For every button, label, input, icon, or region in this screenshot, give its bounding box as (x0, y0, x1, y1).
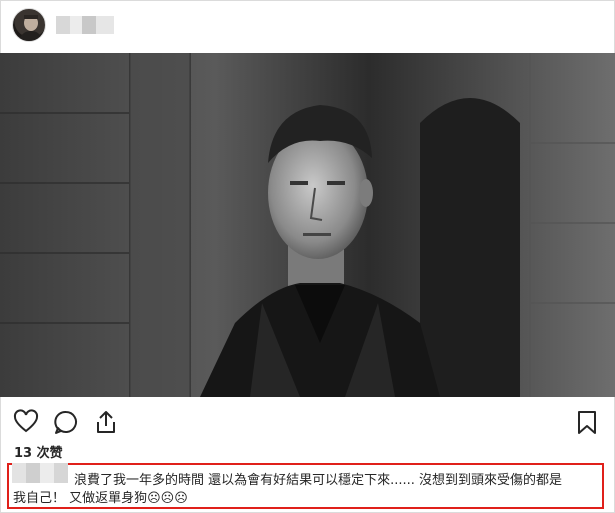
action-bar (0, 397, 615, 443)
post-photo[interactable] (0, 53, 615, 397)
username-blurred[interactable] (56, 16, 114, 34)
bookmark-icon[interactable] (574, 409, 600, 435)
comment-icon[interactable] (53, 409, 79, 435)
post-header (0, 0, 615, 52)
caption-username-blurred (12, 463, 68, 483)
share-icon[interactable] (93, 409, 119, 435)
caption-line-2: 我自己！ 又做返單身狗☹☹☹ (13, 491, 188, 506)
heart-icon[interactable] (13, 409, 39, 435)
avatar[interactable] (12, 8, 46, 42)
likes-count[interactable]: 13 次赞 (14, 442, 63, 462)
username (56, 16, 114, 34)
caption-line-1: 浪費了我一年多的時間 還以為會有好結果可以穩定下來...... 沒想到到頭來受傷… (74, 473, 563, 488)
